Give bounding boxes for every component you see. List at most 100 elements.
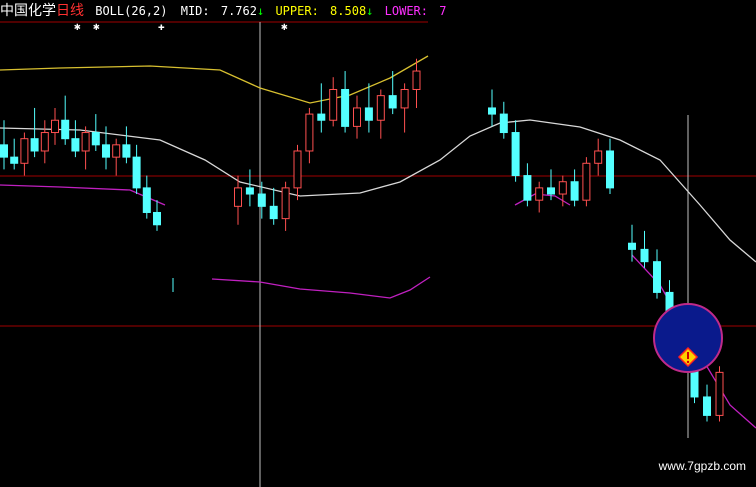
- candle-down[interactable]: [132, 144, 141, 195]
- candle-down[interactable]: [364, 83, 373, 133]
- candle-body: [132, 156, 141, 189]
- candle-body: [112, 144, 121, 158]
- candle-up[interactable]: [594, 138, 603, 176]
- candle-down[interactable]: [628, 224, 636, 262]
- candle-up[interactable]: [281, 181, 290, 231]
- candle-up[interactable]: [20, 132, 29, 176]
- upper-label: UPPER:: [275, 4, 319, 18]
- upper-band-line: [0, 55, 429, 104]
- candle-up[interactable]: [81, 126, 90, 170]
- candle-down[interactable]: [142, 175, 151, 219]
- candle-body: [488, 107, 496, 115]
- candle-body: [341, 88, 350, 127]
- candle-down[interactable]: [570, 169, 579, 207]
- candle-up[interactable]: [234, 175, 242, 225]
- candle-body: [269, 205, 278, 220]
- candle-body: [10, 156, 19, 164]
- candle-body: [376, 95, 385, 121]
- candle-down[interactable]: [269, 187, 278, 225]
- candle-body: [81, 132, 90, 152]
- period-label[interactable]: 日线: [56, 2, 84, 20]
- boll-chart-svg: [0, 21, 756, 487]
- candle-body: [582, 162, 591, 201]
- indicator-header: 中国化学日线 BOLL(26,2) MID: 7.762↓ UPPER: 8.5…: [0, 2, 446, 20]
- candle-down[interactable]: [71, 120, 80, 158]
- candle-body: [245, 187, 254, 195]
- candle-down[interactable]: [30, 107, 39, 158]
- upper-arrow-icon: ↓: [366, 4, 374, 18]
- candle-body: [91, 132, 100, 146]
- candle-up[interactable]: [293, 144, 302, 201]
- candle-down[interactable]: [91, 114, 100, 151]
- watermark: www.7gpzb.com: [658, 459, 746, 473]
- candle-body: [293, 150, 302, 189]
- candle-up[interactable]: [376, 89, 385, 139]
- candle-up[interactable]: [40, 120, 49, 164]
- candle-layer[interactable]: [0, 58, 724, 422]
- star-marker-icon: ✱: [74, 20, 81, 33]
- candle-body: [142, 187, 151, 213]
- candle-body: [558, 181, 567, 195]
- warning-dot: [686, 360, 690, 364]
- candle-body: [715, 371, 724, 416]
- candle-down[interactable]: [317, 83, 326, 133]
- candle-body: [364, 107, 373, 121]
- candle-body: [122, 144, 131, 158]
- candle-body: [61, 119, 70, 140]
- candle-down[interactable]: [122, 126, 131, 164]
- lower-label: LOWER:: [384, 4, 428, 18]
- mid-arrow-icon: ↓: [256, 4, 265, 18]
- mid-band-line: [0, 119, 756, 263]
- candle-up[interactable]: [412, 58, 421, 108]
- candle-up[interactable]: [353, 95, 361, 139]
- overlay-layer: [172, 278, 723, 373]
- mid-value: 7.762: [220, 4, 257, 18]
- candle-body: [30, 138, 39, 152]
- candle-body: [499, 113, 508, 134]
- candle-down[interactable]: [153, 200, 161, 231]
- candle-down[interactable]: [499, 101, 508, 139]
- candle-body: [653, 261, 661, 293]
- candle-down[interactable]: [523, 163, 532, 207]
- candle-down[interactable]: [640, 230, 649, 268]
- candle-down[interactable]: [61, 95, 70, 145]
- star-marker-icon: ✱: [281, 20, 288, 33]
- candle-down[interactable]: [10, 138, 19, 170]
- candle-body: [703, 396, 711, 416]
- mid-label: MID:: [180, 4, 210, 18]
- indicator-name[interactable]: BOLL(26,2): [95, 2, 167, 20]
- candle-body: [628, 242, 636, 250]
- candle-body: [329, 88, 338, 121]
- candle-down[interactable]: [703, 384, 711, 422]
- stock-name: 中国化学: [0, 3, 56, 19]
- candle-body: [71, 138, 80, 152]
- candle-down[interactable]: [511, 120, 520, 182]
- candle-up[interactable]: [329, 77, 338, 127]
- candle-body: [281, 187, 290, 220]
- candle-up[interactable]: [305, 107, 314, 164]
- candle-up[interactable]: [582, 157, 591, 207]
- candle-up[interactable]: [715, 366, 724, 422]
- candle-up[interactable]: [51, 107, 59, 145]
- candle-body: [535, 187, 544, 201]
- candle-body: [153, 211, 161, 226]
- candle-up[interactable]: [400, 83, 409, 133]
- candle-body: [102, 144, 110, 158]
- candle-body: [51, 119, 59, 134]
- candle-body: [317, 113, 326, 121]
- candle-down[interactable]: [606, 138, 614, 195]
- candle-body: [640, 248, 649, 263]
- candle-down[interactable]: [245, 169, 254, 207]
- candle-body: [257, 193, 266, 207]
- candle-up[interactable]: [535, 181, 544, 213]
- upper-value: 8.508: [330, 4, 367, 18]
- candle-body: [570, 181, 579, 201]
- kline-chart-panel: 中国化学日线 BOLL(26,2) MID: 7.762↓ UPPER: 8.5…: [0, 0, 756, 487]
- candle-body: [40, 132, 49, 152]
- candle-body: [412, 70, 421, 90]
- candle-up[interactable]: [112, 138, 121, 176]
- candle-down[interactable]: [653, 249, 661, 299]
- candle-down[interactable]: [488, 89, 496, 127]
- candle-body: [20, 138, 29, 164]
- candle-down[interactable]: [341, 71, 350, 133]
